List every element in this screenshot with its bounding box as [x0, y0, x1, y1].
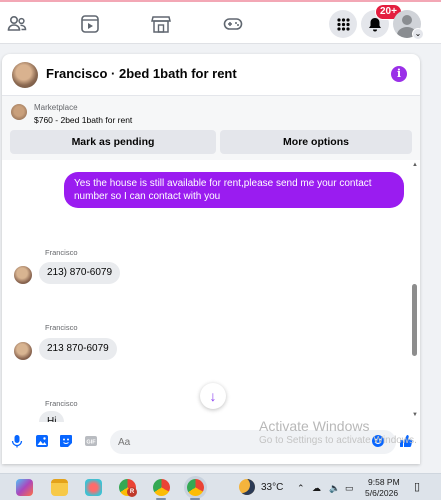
chevron-up-icon[interactable]: ⌃: [297, 483, 305, 494]
weather-temperature[interactable]: 33°C: [261, 482, 283, 493]
incoming-message[interactable]: Hi: [39, 411, 65, 422]
copilot-icon[interactable]: [16, 479, 33, 496]
chevron-down-icon[interactable]: ⌄: [412, 28, 424, 40]
activate-windows-title: Activate Windows: [259, 418, 370, 434]
chat-title[interactable]: Francisco · 2bed 1bath for rent: [46, 66, 237, 81]
outgoing-message[interactable]: Yes the house is still available for ren…: [64, 172, 404, 208]
more-options-button[interactable]: More options: [220, 130, 412, 154]
message-sender: Francisco: [45, 248, 78, 257]
friends-icon[interactable]: [7, 14, 27, 34]
sender-avatar[interactable]: [14, 266, 32, 284]
marketplace-listing-card: Marketplace $760 - 2bed 1bath for rent M…: [2, 96, 420, 160]
cloud-icon[interactable]: ☁: [312, 483, 321, 494]
menu-grid-button[interactable]: [329, 10, 357, 38]
clock-time[interactable]: 9:58 PM: [368, 477, 400, 487]
weather-moon-icon[interactable]: [239, 479, 255, 495]
paint-app-icon[interactable]: [85, 479, 102, 496]
scroll-down-arrow-icon[interactable]: ▼: [412, 412, 418, 418]
sticker-icon[interactable]: [59, 434, 73, 448]
chrome-profile-icon[interactable]: R: [119, 479, 137, 497]
sender-avatar[interactable]: [14, 342, 32, 360]
microphone-icon[interactable]: [10, 434, 24, 448]
message-sender: Francisco: [45, 323, 78, 332]
file-explorer-icon[interactable]: [51, 479, 68, 496]
grid-icon: [336, 17, 350, 31]
scroll-up-arrow-icon[interactable]: ▲: [412, 162, 418, 168]
info-icon[interactable]: i: [391, 66, 407, 82]
listing-source-label: Marketplace: [34, 103, 78, 112]
chat-window: Francisco · 2bed 1bath for rent i Market…: [2, 54, 420, 464]
svg-text:GIF: GIF: [86, 440, 96, 446]
chrome-browser-icon[interactable]: [153, 479, 170, 496]
watch-icon[interactable]: [80, 14, 100, 34]
incoming-message[interactable]: 213) 870-6079: [39, 262, 121, 284]
activate-windows-subtitle: Go to Settings to activate Windows.: [259, 435, 417, 446]
photo-icon[interactable]: [35, 434, 49, 448]
top-navigation-bar: 20+ ⌄: [0, 0, 441, 44]
chat-header: Francisco · 2bed 1bath for rent i: [2, 54, 420, 96]
clock-date[interactable]: 5/6/2026: [365, 488, 398, 498]
chrome-active-window-icon[interactable]: [187, 479, 204, 496]
marketplace-icon[interactable]: [151, 14, 171, 34]
gif-icon[interactable]: GIF: [84, 434, 98, 448]
scroll-to-bottom-button[interactable]: ↓: [200, 383, 226, 409]
incoming-message[interactable]: 213 870-6079: [39, 338, 117, 360]
message-scrollbar[interactable]: ▲ ▼: [412, 162, 418, 420]
gaming-icon[interactable]: [223, 14, 243, 34]
listing-price-title[interactable]: $760 - 2bed 1bath for rent: [34, 115, 132, 125]
message-sender: Francisco: [45, 399, 78, 408]
contact-avatar[interactable]: [12, 62, 38, 88]
battery-icon[interactable]: ▭: [345, 483, 354, 494]
notification-center-icon[interactable]: ▯: [414, 480, 420, 493]
mark-as-pending-button[interactable]: Mark as pending: [10, 130, 216, 154]
windows-taskbar: R 33°C ⌃ ☁ 🔈 ▭ 9:58 PM 5/6/2026 ▯: [0, 473, 441, 500]
scrollbar-thumb[interactable]: [412, 284, 417, 356]
notifications-button[interactable]: 20+: [361, 4, 402, 38]
listing-thumbnail[interactable]: [11, 104, 27, 120]
speaker-icon[interactable]: 🔈: [329, 483, 340, 494]
